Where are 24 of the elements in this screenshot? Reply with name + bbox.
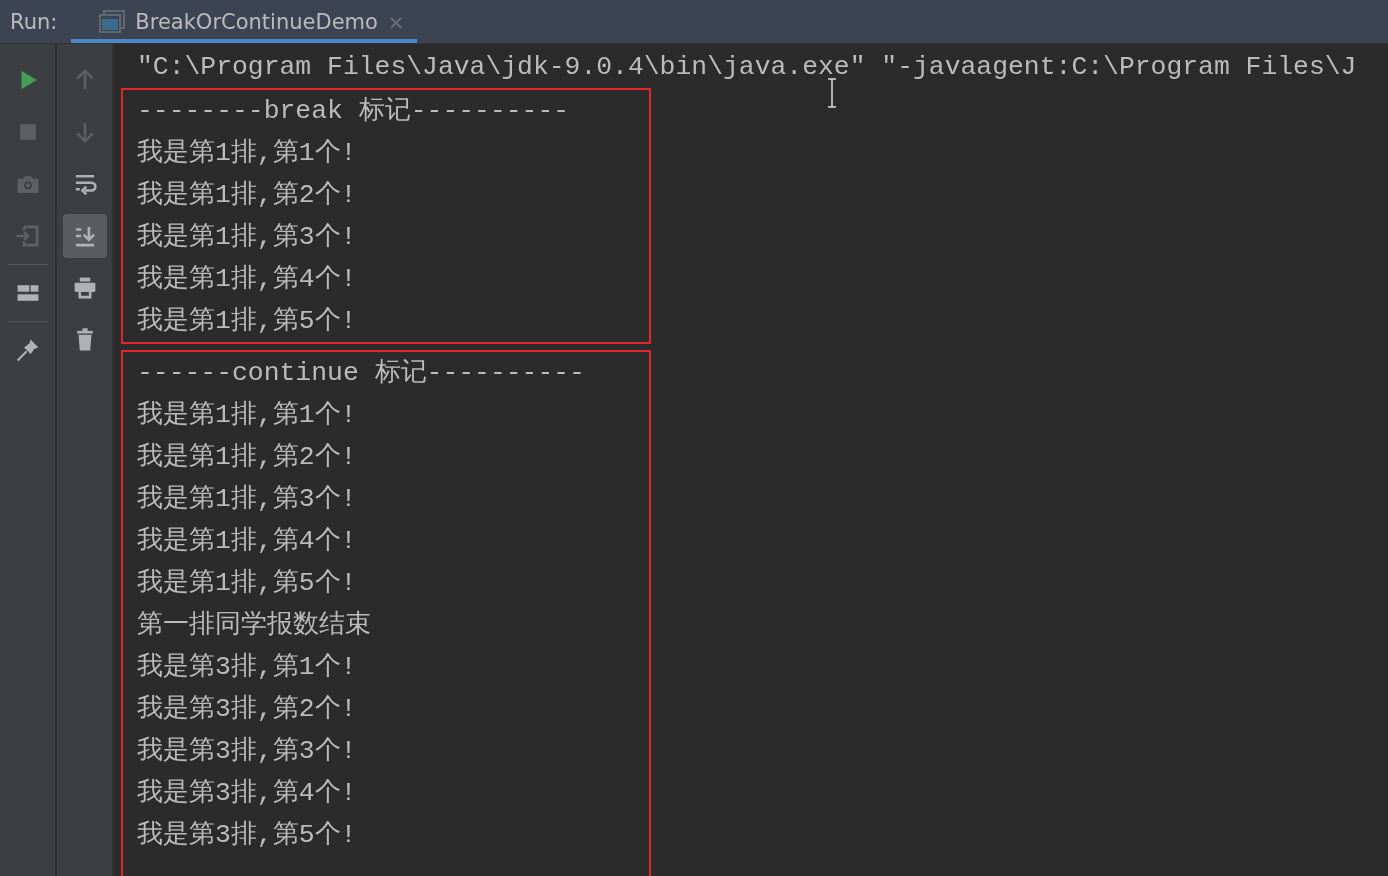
console-output-line: 我是第1排,第1个! — [136, 137, 358, 170]
console-window-icon — [99, 9, 126, 34]
console-output-line: 我是第3排,第1个! — [136, 651, 358, 684]
console-output-line: 我是第3排,第2个! — [136, 693, 358, 726]
console-output-line: 我是第1排,第3个! — [136, 483, 358, 516]
run-label: Run: — [9, 8, 59, 36]
console-output-line: 我是第1排,第2个! — [136, 441, 358, 474]
console-output-line: 我是第1排,第5个! — [136, 305, 358, 338]
console-output-line: 我是第3排,第3个! — [136, 735, 358, 768]
console-command-line: "C:\Program Files\Java\jdk-9.0.4\bin\java.exe" "-javaagent:C:\Program Files\J — [136, 51, 1358, 84]
console-output-line: 我是第3排,第5个! — [136, 819, 358, 852]
scroll-to-end-icon[interactable] — [62, 214, 107, 258]
text-cursor-icon — [826, 78, 838, 108]
console-output-line: ------continue 标记---------- — [136, 357, 586, 390]
console-output-line: 我是第1排,第1个! — [136, 399, 358, 432]
console-output-line: 我是第1排,第2个! — [136, 179, 358, 212]
console-output-line: 我是第1排,第4个! — [136, 263, 358, 296]
run-tab[interactable]: BreakOrContinueDemo × — [71, 4, 417, 43]
console-output-line: 我是第1排,第4个! — [136, 525, 358, 558]
console-output-line: --------break 标记---------- — [136, 95, 571, 128]
console-output-line: 我是第1排,第3个! — [136, 221, 358, 254]
console-output-line: 我是第3排,第4个! — [136, 777, 358, 810]
console-output-line: 我是第1排,第5个! — [136, 567, 358, 600]
console-output-line: 第一排同学报数结束 — [136, 609, 372, 642]
